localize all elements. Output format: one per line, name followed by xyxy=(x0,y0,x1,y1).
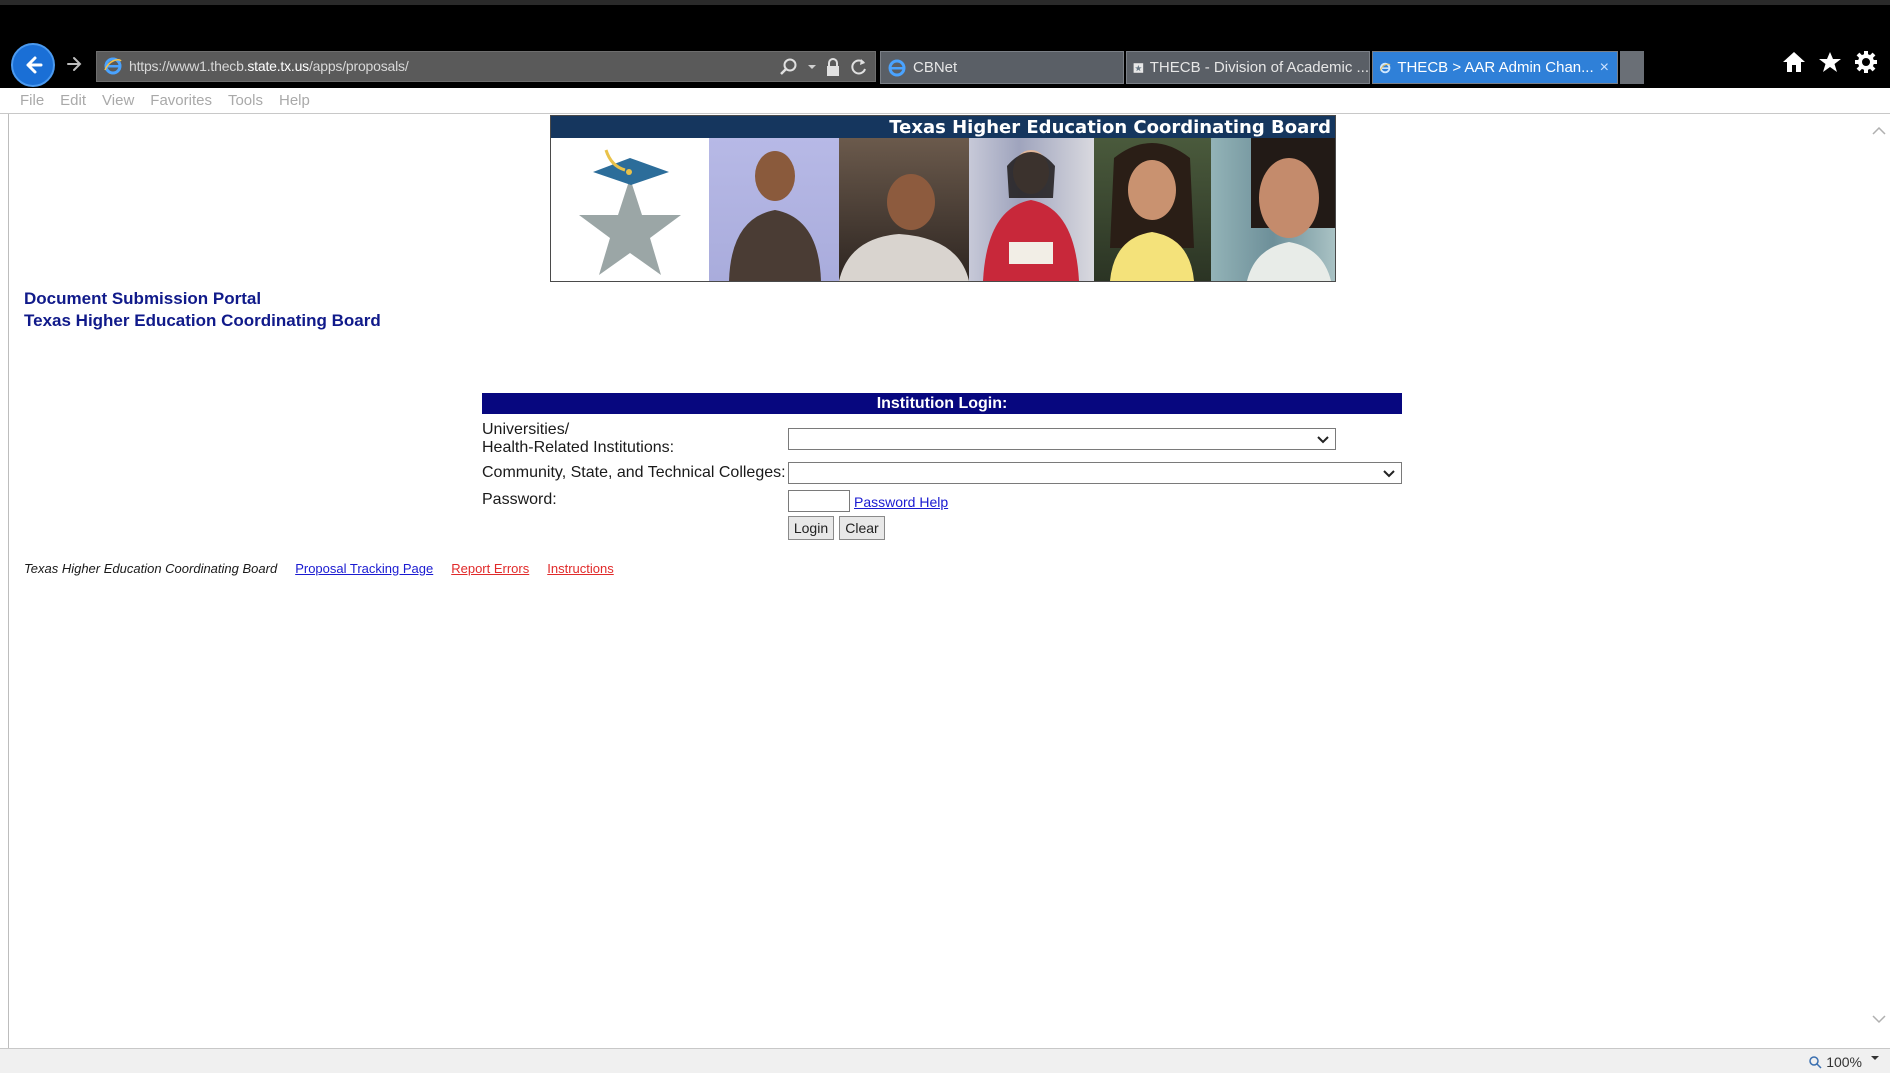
address-bar-tools xyxy=(779,55,869,79)
url-text[interactable]: https://www1.thecb.state.tx.us/apps/prop… xyxy=(129,58,409,74)
favorites-star-icon[interactable] xyxy=(1818,51,1842,73)
page-title: Document Submission Portal Texas Higher … xyxy=(24,288,381,332)
menu-edit[interactable]: Edit xyxy=(60,92,86,109)
footer-org-name: Texas Higher Education Coordinating Boar… xyxy=(24,561,278,576)
home-icon[interactable] xyxy=(1782,51,1806,73)
page-title-line-1: Document Submission Portal xyxy=(24,289,262,308)
browser-titlebar: https://www1.thecb.state.tx.us/apps/prop… xyxy=(0,0,1890,88)
url-domain: state.tx.us xyxy=(247,58,309,74)
header-banner: Texas Higher Education Coordinating Boar… xyxy=(550,115,1336,282)
scroll-up-icon[interactable] xyxy=(1872,126,1886,136)
footer-links: Texas Higher Education Coordinating Boar… xyxy=(24,561,614,576)
menu-help[interactable]: Help xyxy=(279,92,310,109)
browser-toolbar-icons xyxy=(1782,50,1878,74)
password-label: Password: xyxy=(482,491,557,508)
zoom-dropdown-icon[interactable] xyxy=(1870,1053,1880,1063)
ie-page-icon xyxy=(888,59,906,76)
menu-bar: File Edit View Favorites Tools Help xyxy=(0,88,1890,114)
vertical-scrollbar[interactable] xyxy=(1868,114,1890,1048)
url-scheme: https:// xyxy=(129,58,170,74)
password-field[interactable] xyxy=(788,490,850,512)
colleges-label: Community, State, and Technical Colleges… xyxy=(482,464,786,481)
search-icon[interactable] xyxy=(779,57,799,77)
universities-label: Universities/ Health-Related Institution… xyxy=(482,421,674,457)
scroll-down-icon[interactable] xyxy=(1872,1014,1886,1024)
person-silhouette-icon xyxy=(839,174,969,281)
universities-label-line-1: Universities/ xyxy=(482,421,570,438)
chevron-down-icon xyxy=(1383,470,1395,478)
menu-file[interactable]: File xyxy=(20,92,44,109)
person-silhouette-icon xyxy=(1247,138,1335,281)
zoom-magnifier-icon xyxy=(1809,1056,1822,1069)
thecb-favicon-icon xyxy=(1133,62,1144,73)
banner-photo-student-5 xyxy=(1211,138,1335,281)
colleges-select[interactable] xyxy=(788,462,1402,484)
zoom-level: 100% xyxy=(1826,1054,1862,1070)
banner-photo-student-3 xyxy=(969,138,1094,281)
address-bar[interactable]: https://www1.thecb.state.tx.us/apps/prop… xyxy=(96,51,876,82)
tab-label: THECB - Division of Academic ... xyxy=(1149,59,1369,76)
login-button[interactable]: Login xyxy=(788,516,834,540)
banner-title-bar: Texas Higher Education Coordinating Boar… xyxy=(551,116,1335,138)
clear-button[interactable]: Clear xyxy=(839,516,885,540)
tab-label: THECB > AAR Admin Chan... xyxy=(1397,59,1594,76)
instructions-link[interactable]: Instructions xyxy=(547,561,613,576)
tab-cbnet[interactable]: CBNet xyxy=(880,51,1124,84)
forward-button[interactable] xyxy=(62,52,86,76)
chevron-down-icon xyxy=(1317,436,1329,444)
password-help-link[interactable]: Password Help xyxy=(854,494,948,510)
banner-photo-student-2 xyxy=(839,138,969,281)
back-arrow-icon xyxy=(26,56,43,74)
thecb-logo xyxy=(551,138,709,281)
dropdown-caret-icon[interactable] xyxy=(807,62,817,72)
forward-arrow-icon xyxy=(67,57,82,71)
person-silhouette-icon xyxy=(983,150,1079,281)
universities-select[interactable] xyxy=(788,428,1336,450)
settings-gear-icon[interactable] xyxy=(1854,50,1878,74)
zoom-control[interactable]: 100% xyxy=(1808,1054,1862,1070)
universities-label-line-2: Health-Related Institutions: xyxy=(482,439,675,456)
lock-icon[interactable] xyxy=(825,57,841,77)
banner-photo-student-1 xyxy=(709,138,839,281)
banner-title: Texas Higher Education Coordinating Boar… xyxy=(889,117,1331,138)
refresh-icon[interactable] xyxy=(849,57,869,77)
person-silhouette-icon xyxy=(1110,143,1194,281)
report-errors-link[interactable]: Report Errors xyxy=(451,561,529,576)
institution-login-header: Institution Login: xyxy=(482,393,1402,414)
tab-thecb-division-of-academic[interactable]: THECB - Division of Academic ... xyxy=(1126,51,1370,84)
menu-favorites[interactable]: Favorites xyxy=(150,92,212,109)
proposal-tracking-link[interactable]: Proposal Tracking Page xyxy=(295,561,433,576)
close-tab-icon[interactable]: × xyxy=(1600,59,1609,77)
menu-view[interactable]: View xyxy=(102,92,134,109)
tab-label: CBNet xyxy=(913,59,958,76)
new-tab-button[interactable] xyxy=(1620,51,1644,84)
status-bar: 100% xyxy=(0,1048,1890,1073)
tab-thecb-aar-admin[interactable]: THECB > AAR Admin Chan... × xyxy=(1372,51,1618,84)
page-title-line-2: Texas Higher Education Coordinating Boar… xyxy=(24,311,381,330)
thecb-star-mortarboard-logo xyxy=(579,149,681,275)
menu-tools[interactable]: Tools xyxy=(228,92,263,109)
ie-page-icon xyxy=(104,57,122,75)
banner-photo-student-4 xyxy=(1094,138,1211,281)
url-path: /apps/proposals/ xyxy=(308,58,409,74)
window-top-strip xyxy=(0,0,1890,5)
url-subdomain: www1.thecb. xyxy=(169,58,248,74)
back-button[interactable] xyxy=(11,43,55,87)
ie-page-icon xyxy=(1379,62,1391,73)
person-silhouette-icon xyxy=(729,151,821,281)
